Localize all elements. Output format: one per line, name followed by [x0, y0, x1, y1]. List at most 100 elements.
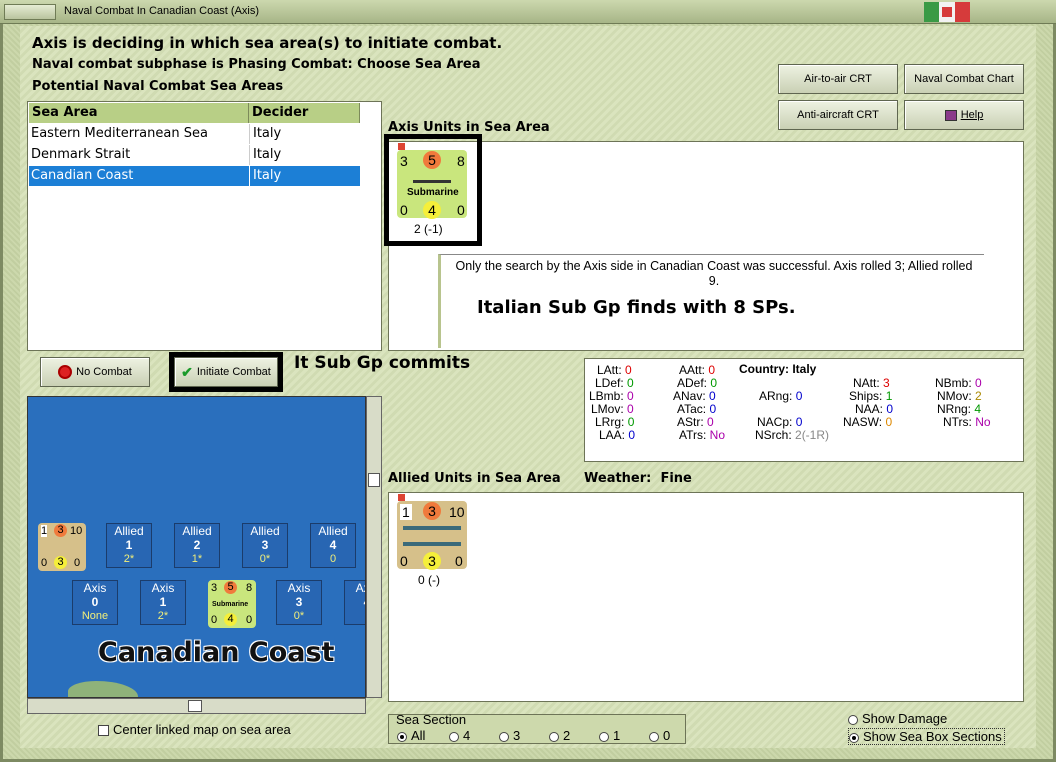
sea-section-option-0[interactable]: 0	[649, 728, 670, 743]
map-allied-counter[interactable]: 1 3 10 0 3 0	[38, 523, 86, 571]
unit-flag-icon	[398, 494, 405, 501]
sea-box-axis-0[interactable]: Axis 0 None	[72, 580, 118, 625]
sea-section-option-4[interactable]: 4	[449, 728, 470, 743]
search-result-text: Only the search by the Axis side in Cana…	[455, 259, 973, 288]
commit-text: It Sub Gp commits	[294, 353, 471, 373]
sea-section-option-1[interactable]: 1	[599, 728, 620, 743]
counter-value: 0	[74, 557, 81, 569]
show-damage-radio[interactable]: Show Damage	[848, 711, 947, 726]
unit-flag-icon	[398, 143, 405, 150]
initiate-combat-label: Initiate Combat	[196, 366, 271, 378]
stat-astr: AStr: 0	[677, 415, 714, 429]
sea-box-allied-3[interactable]: Allied 3 0*	[242, 523, 288, 568]
counter-value: 3	[423, 502, 441, 520]
counter-value: 5	[224, 581, 237, 594]
stat-ldef: LDef: 0	[595, 376, 634, 390]
sea-area-map[interactable]: Allied 1 2* Allied 2 1* Allied 3 0* Allied 4 0 A…	[27, 396, 366, 698]
sea-box-allied-1[interactable]: Allied 1 2*	[106, 523, 152, 568]
sea-section-option-all[interactable]: All	[397, 728, 425, 743]
stat-adef: ADef: 0	[677, 376, 718, 390]
counter-value: 10	[70, 525, 83, 537]
finds-text: Italian Sub Gp finds with 8 SPs.	[477, 297, 796, 318]
sea-area-name: Eastern Mediterranean Sea	[31, 126, 208, 141]
warship-icon	[403, 542, 461, 546]
col-header-decider[interactable]: Decider	[249, 103, 360, 123]
sea-area-decider: Italy	[253, 168, 282, 183]
land-shape	[68, 681, 138, 697]
counter-value: 4	[224, 613, 237, 626]
stat-natt: NAtt: 3	[853, 376, 890, 390]
counter-value: 0	[211, 614, 218, 626]
air-to-air-crt-button[interactable]: Air-to-air CRT	[778, 64, 898, 94]
counter-value: 3	[400, 153, 408, 169]
sea-area-table: Sea Area Decider Eastern Mediterranean S…	[27, 101, 382, 351]
sea-area-decider: Italy	[253, 126, 282, 141]
center-map-checkbox[interactable]: Center linked map on sea area	[98, 722, 291, 737]
axis-submarine-counter[interactable]: 3 5 8 Submarine 0 4 0	[397, 150, 467, 219]
no-combat-label: No Combat	[76, 366, 132, 378]
checkbox-box[interactable]	[98, 725, 109, 737]
stat-lmov: LMov: 0	[591, 402, 634, 416]
help-button[interactable]: Help	[904, 100, 1024, 130]
anti-aircraft-crt-button[interactable]: Anti-aircraft CRT	[778, 100, 898, 130]
counter-value: 4	[423, 201, 441, 219]
stat-atac: ATac: 0	[677, 402, 717, 416]
allied-units-area	[388, 492, 1024, 702]
counter-value: 0	[455, 553, 463, 569]
submarine-icon	[413, 180, 451, 183]
sea-area-row[interactable]: Denmark Strait Italy	[29, 145, 360, 165]
allied-unit-caption: 0 (-)	[418, 573, 440, 587]
stat-nmov: NMov: 2	[937, 389, 982, 403]
stat-ntrs: NTrs: No	[943, 415, 991, 429]
sea-section-option-3[interactable]: 3	[499, 728, 520, 743]
stat-nsrch: NSrch: 2(-1R)	[755, 428, 830, 442]
status-heading: Axis is deciding in which sea area(s) to…	[32, 34, 503, 52]
counter-value: 0	[400, 553, 408, 569]
counter-type: Submarine	[407, 187, 459, 198]
counter-value: 0	[400, 202, 408, 218]
counter-value: 0	[41, 557, 48, 569]
sea-box-allied-4[interactable]: Allied 4 0	[310, 523, 356, 568]
axis-unit-caption: 2 (-1)	[414, 222, 443, 236]
stat-nacp: NACp: 0	[757, 415, 803, 429]
map-vertical-scrollbar[interactable]	[366, 396, 382, 698]
scroll-thumb[interactable]	[188, 700, 202, 712]
window-title: Naval Combat In Canadian Coast (Axis)	[64, 5, 260, 17]
counter-value: 3	[54, 556, 67, 569]
unit-stats-panel: LAtt: 0 LDef: 0 LBmb: 0 LMov: 0 LRrg: 0 …	[584, 358, 1024, 462]
sea-box-axis-1[interactable]: Axis 1 2*	[140, 580, 186, 625]
counter-value: 8	[246, 582, 253, 594]
stat-ships: Ships: 1	[849, 389, 893, 403]
naval-combat-chart-button[interactable]: Naval Combat Chart	[904, 64, 1024, 94]
sea-area-name: Canadian Coast	[31, 168, 134, 183]
sea-area-name: Denmark Strait	[31, 147, 131, 162]
sea-box-axis-3[interactable]: Axis 3 0*	[276, 580, 322, 625]
sea-section-option-2[interactable]: 2	[549, 728, 570, 743]
system-menu-button[interactable]	[4, 4, 56, 20]
sea-box-allied-2[interactable]: Allied 2 1*	[174, 523, 220, 568]
initiate-combat-button[interactable]: ✔ Initiate Combat	[174, 357, 278, 387]
stat-lbmb: LBmb: 0	[589, 389, 634, 403]
show-sea-box-radio[interactable]: Show Sea Box Sections	[848, 728, 1005, 745]
scroll-thumb[interactable]	[368, 473, 380, 487]
counter-value: 5	[423, 151, 441, 169]
allied-units-label: Allied Units in Sea Area	[388, 471, 561, 486]
sea-area-row[interactable]: Eastern Mediterranean Sea Italy	[29, 124, 360, 144]
help-label: Help	[960, 109, 984, 121]
col-header-sea-area[interactable]: Sea Area	[29, 103, 249, 123]
counter-type: Submarine	[212, 601, 249, 608]
map-sea-area-title: Canadian Coast	[98, 637, 335, 668]
stat-nasw: NASW: 0	[843, 415, 893, 429]
stat-nrng: NRng: 4	[937, 402, 982, 416]
search-result-box: Only the search by the Axis side in Cana…	[438, 254, 984, 348]
counter-value: 3	[54, 524, 67, 537]
map-horizontal-scrollbar[interactable]	[27, 698, 366, 714]
checkmark-icon: ✔	[181, 363, 193, 380]
no-combat-button[interactable]: No Combat	[40, 357, 150, 387]
stat-arng: ARng: 0	[759, 389, 803, 403]
sea-area-row-selected[interactable]: Canadian Coast Italy	[29, 166, 360, 186]
map-axis-counter[interactable]: 3 5 8 Submarine 0 4 0	[208, 580, 256, 628]
stat-nbmb: NBmb: 0	[935, 376, 982, 390]
sea-box-axis-4[interactable]: Axis4	[344, 580, 365, 625]
allied-ships-counter[interactable]: 1 3 10 0 3 0	[397, 501, 467, 570]
